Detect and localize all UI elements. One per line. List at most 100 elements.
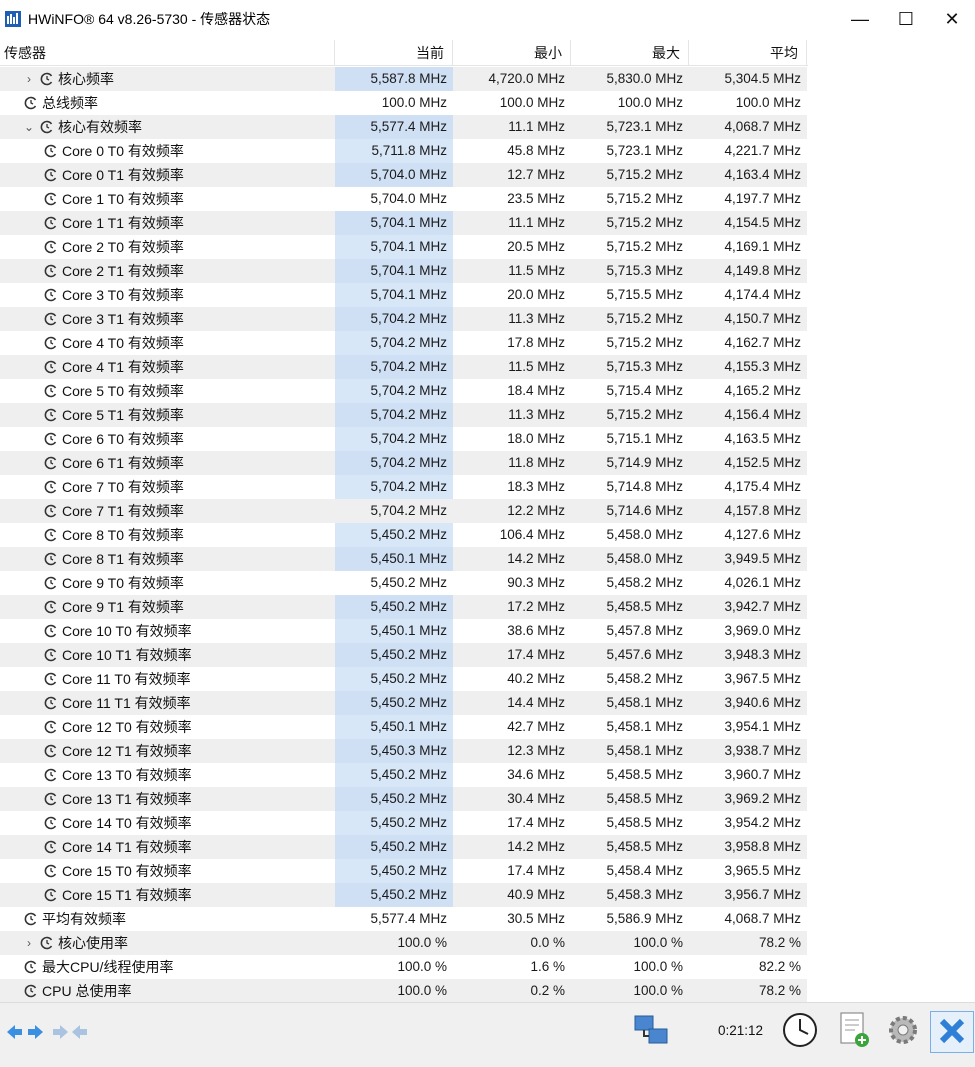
table-row[interactable]: Core 10 T0 有效频率 5,450.1 MHz 38.6 MHz 5,457.… bbox=[0, 619, 808, 643]
sensor-label: Core 5 T0 有效频率 bbox=[62, 383, 184, 399]
table-row[interactable]: Core 14 T0 有效频率 5,450.2 MHz 17.4 MHz 5,458.… bbox=[0, 811, 808, 835]
sensor-label: 核心有效频率 bbox=[58, 119, 142, 135]
table-row[interactable]: Core 8 T1 有效频率 5,450.1 MHz 14.2 MHz 5,458.0… bbox=[0, 547, 808, 571]
value-cell-min: 45.8 MHz bbox=[507, 143, 565, 158]
value-cell-max: 5,457.6 MHz bbox=[571, 643, 689, 667]
table-row[interactable]: 最大CPU/线程使用率 100.0 % 1.6 % 100.0 % 82.2 % bbox=[0, 955, 808, 979]
value-cell-avg: 4,026.1 MHz bbox=[724, 575, 801, 590]
sensor-table[interactable]: 传感器 当前 最小 最大 平均 › 核心频率 5,587.8 MHz 4,720.0 … bbox=[0, 40, 975, 1002]
value-cell-current: 100.0 MHz bbox=[381, 95, 447, 110]
value-cell-max: 5,458.5 MHz bbox=[606, 815, 683, 830]
sensor-clock-icon bbox=[44, 744, 58, 758]
table-row[interactable]: Core 1 T1 有效频率 5,704.1 MHz 11.1 MHz 5,715.2… bbox=[0, 211, 808, 235]
table-row[interactable]: Core 11 T0 有效频率 5,450.2 MHz 40.2 MHz 5,458.… bbox=[0, 667, 808, 691]
table-row[interactable]: Core 0 T1 有效频率 5,704.0 MHz 12.7 MHz 5,715.2… bbox=[0, 163, 808, 187]
table-row[interactable]: Core 13 T0 有效频率 5,450.2 MHz 34.6 MHz 5,458.… bbox=[0, 763, 808, 787]
table-row[interactable]: Core 4 T0 有效频率 5,704.2 MHz 17.8 MHz 5,715.2… bbox=[0, 331, 808, 355]
value-cell-max: 5,458.5 MHz bbox=[571, 835, 689, 859]
column-header-max[interactable]: 最大 bbox=[571, 40, 689, 66]
sensor-clock-icon bbox=[44, 192, 58, 206]
value-cell-avg: 4,127.6 MHz bbox=[724, 527, 801, 542]
table-row[interactable]: Core 12 T1 有效频率 5,450.3 MHz 12.3 MHz 5,458.… bbox=[0, 739, 808, 763]
table-row[interactable]: Core 15 T0 有效频率 5,450.2 MHz 17.4 MHz 5,458.… bbox=[0, 859, 808, 883]
clock-button[interactable] bbox=[775, 1011, 825, 1051]
table-row[interactable]: Core 6 T0 有效频率 5,704.2 MHz 18.0 MHz 5,715.1… bbox=[0, 427, 808, 451]
table-row[interactable]: Core 12 T0 有效频率 5,450.1 MHz 42.7 MHz 5,458.… bbox=[0, 715, 808, 739]
table-row[interactable]: 平均有效频率 5,577.4 MHz 30.5 MHz 5,586.9 MHz 4,06… bbox=[0, 907, 808, 931]
sensor-name-cell: Core 3 T0 有效频率 bbox=[0, 283, 335, 307]
sensor-name-cell: Core 1 T0 有效频率 bbox=[0, 187, 335, 211]
settings-button[interactable] bbox=[878, 1011, 928, 1051]
minimize-button[interactable]: — bbox=[837, 0, 883, 38]
table-row[interactable]: Core 7 T0 有效频率 5,704.2 MHz 18.3 MHz 5,714.8… bbox=[0, 475, 808, 499]
close-button[interactable]: ✕ bbox=[929, 0, 975, 38]
table-row[interactable]: › 核心使用率 100.0 % 0.0 % 100.0 % 78.2 % bbox=[0, 931, 808, 955]
collapse-chevron-icon[interactable]: ⌄ bbox=[22, 120, 36, 134]
table-row[interactable]: Core 0 T0 有效频率 5,711.8 MHz 45.8 MHz 5,723.1… bbox=[0, 139, 808, 163]
value-cell-max: 5,723.1 MHz bbox=[606, 143, 683, 158]
sensor-name-cell: Core 9 T0 有效频率 bbox=[0, 571, 335, 595]
value-cell-avg: 3,967.5 MHz bbox=[724, 671, 801, 686]
sensor-label: Core 1 T0 有效频率 bbox=[62, 191, 184, 207]
expand-chevron-icon[interactable]: › bbox=[22, 72, 36, 86]
sensor-name-cell: Core 14 T0 有效频率 bbox=[0, 811, 335, 835]
sensor-label: Core 3 T0 有效频率 bbox=[62, 287, 184, 303]
table-row[interactable]: ⌄ 核心有效频率 5,577.4 MHz 11.1 MHz 5,723.1 MHz 4,0… bbox=[0, 115, 808, 139]
value-cell-min: 40.9 MHz bbox=[453, 883, 571, 907]
maximize-button[interactable]: ☐ bbox=[883, 0, 929, 38]
value-cell-min: 18.0 MHz bbox=[507, 431, 565, 446]
sensor-clock-icon bbox=[24, 960, 38, 974]
table-row[interactable]: Core 2 T1 有效频率 5,704.1 MHz 11.5 MHz 5,715.3… bbox=[0, 259, 808, 283]
table-row[interactable]: Core 15 T1 有效频率 5,450.2 MHz 40.9 MHz 5,458.… bbox=[0, 883, 808, 907]
table-row[interactable]: Core 14 T1 有效频率 5,450.2 MHz 14.2 MHz 5,458.… bbox=[0, 835, 808, 859]
value-cell-current: 5,450.2 MHz bbox=[335, 811, 453, 835]
value-cell-min: 11.5 MHz bbox=[453, 355, 571, 379]
sensor-label: Core 6 T1 有效频率 bbox=[62, 455, 184, 471]
value-cell-current: 5,450.2 MHz bbox=[335, 859, 453, 883]
table-row[interactable]: Core 8 T0 有效频率 5,450.2 MHz 106.4 MHz 5,458.… bbox=[0, 523, 808, 547]
table-row[interactable]: › 核心频率 5,587.8 MHz 4,720.0 MHz 5,830.0 MHz 5,… bbox=[0, 67, 808, 91]
value-cell-avg: 4,163.4 MHz bbox=[689, 163, 807, 187]
sensor-clock-icon bbox=[44, 408, 58, 422]
table-row[interactable]: Core 3 T0 有效频率 5,704.1 MHz 20.0 MHz 5,715.5… bbox=[0, 283, 808, 307]
table-row[interactable]: Core 5 T1 有效频率 5,704.2 MHz 11.3 MHz 5,715.2… bbox=[0, 403, 808, 427]
sensor-clock-icon bbox=[44, 816, 58, 830]
sensor-clock-icon bbox=[44, 288, 58, 302]
table-row[interactable]: Core 7 T1 有效频率 5,704.2 MHz 12.2 MHz 5,714.6… bbox=[0, 499, 808, 523]
sensor-clock-icon bbox=[40, 936, 54, 950]
value-cell-max: 5,830.0 MHz bbox=[571, 67, 689, 91]
value-cell-current: 5,450.2 MHz bbox=[335, 691, 453, 715]
table-row[interactable]: Core 3 T1 有效频率 5,704.2 MHz 11.3 MHz 5,715.2… bbox=[0, 307, 808, 331]
column-header-current[interactable]: 当前 bbox=[335, 40, 453, 66]
column-header-min[interactable]: 最小 bbox=[453, 40, 571, 66]
column-header-sensor[interactable]: 传感器 bbox=[0, 40, 335, 66]
table-row[interactable]: Core 9 T1 有效频率 5,450.2 MHz 17.2 MHz 5,458.5… bbox=[0, 595, 808, 619]
table-row[interactable]: Core 4 T1 有效频率 5,704.2 MHz 11.5 MHz 5,715.3… bbox=[0, 355, 808, 379]
table-row[interactable]: Core 9 T0 有效频率 5,450.2 MHz 90.3 MHz 5,458.2… bbox=[0, 571, 808, 595]
value-cell-max: 5,458.5 MHz bbox=[571, 787, 689, 811]
sensor-clock-icon bbox=[24, 984, 38, 998]
network-icon bbox=[629, 1012, 673, 1051]
title-bar: HWiNFO® 64 v8.26-5730 - 传感器状态 — ☐ ✕ bbox=[0, 0, 975, 38]
network-button[interactable] bbox=[626, 1011, 676, 1051]
table-row[interactable]: 总线频率 100.0 MHz 100.0 MHz 100.0 MHz 100.0 MHz bbox=[0, 91, 808, 115]
table-row[interactable]: Core 13 T1 有效频率 5,450.2 MHz 30.4 MHz 5,458.… bbox=[0, 787, 808, 811]
nav-left-right-button[interactable] bbox=[0, 1013, 50, 1053]
value-cell-max: 5,715.5 MHz bbox=[606, 287, 683, 302]
value-cell-avg: 4,221.7 MHz bbox=[724, 143, 801, 158]
nav-collapse-button[interactable] bbox=[45, 1013, 95, 1053]
table-row[interactable]: Core 2 T0 有效频率 5,704.1 MHz 20.5 MHz 5,715.2… bbox=[0, 235, 808, 259]
sensor-clock-icon bbox=[24, 96, 38, 110]
close-sensors-button[interactable] bbox=[930, 1011, 974, 1053]
expand-chevron-icon[interactable]: › bbox=[22, 936, 36, 950]
table-row[interactable]: CPU 总使用率 100.0 % 0.2 % 100.0 % 78.2 % bbox=[0, 979, 808, 1002]
table-row[interactable]: Core 11 T1 有效频率 5,450.2 MHz 14.4 MHz 5,458.… bbox=[0, 691, 808, 715]
table-row[interactable]: Core 1 T0 有效频率 5,704.0 MHz 23.5 MHz 5,715.2… bbox=[0, 187, 808, 211]
column-header-avg[interactable]: 平均 bbox=[689, 40, 807, 66]
table-row[interactable]: Core 5 T0 有效频率 5,704.2 MHz 18.4 MHz 5,715.4… bbox=[0, 379, 808, 403]
report-add-button[interactable] bbox=[828, 1011, 878, 1051]
sensor-label: Core 0 T0 有效频率 bbox=[62, 143, 184, 159]
table-row[interactable]: Core 6 T1 有效频率 5,704.2 MHz 11.8 MHz 5,714.9… bbox=[0, 451, 808, 475]
sensor-name-cell: Core 6 T0 有效频率 bbox=[0, 427, 335, 451]
table-row[interactable]: Core 10 T1 有效频率 5,450.2 MHz 17.4 MHz 5,457.… bbox=[0, 643, 808, 667]
